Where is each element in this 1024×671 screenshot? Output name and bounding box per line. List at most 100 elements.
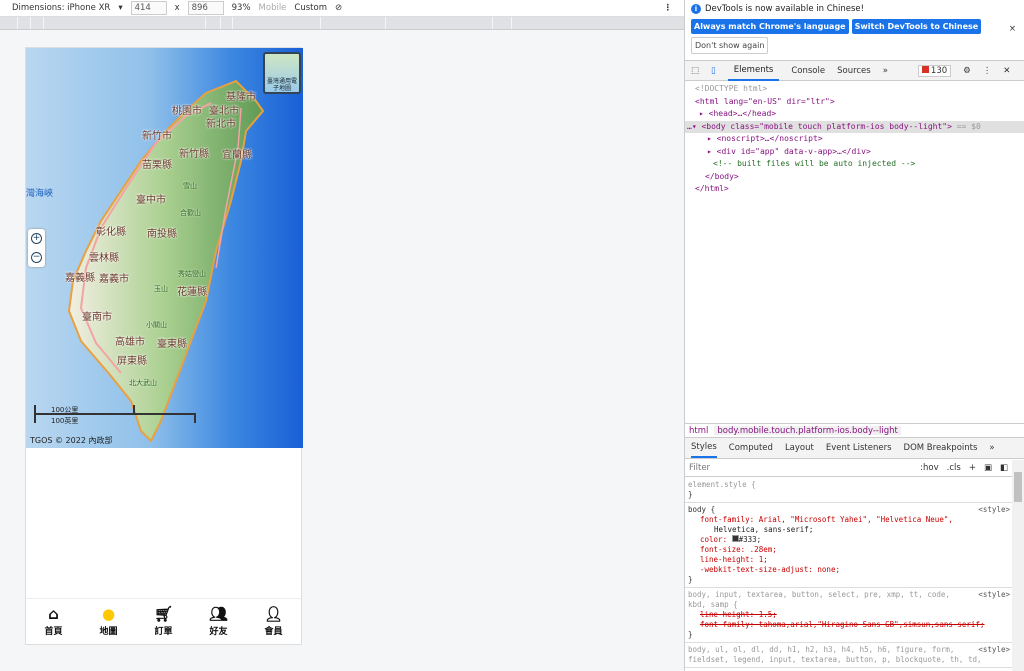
tab-event-listeners[interactable]: Event Listeners: [826, 443, 892, 453]
width-input[interactable]: 414: [130, 1, 167, 15]
styles-scrollbar[interactable]: [1012, 460, 1024, 671]
info-icon: i: [691, 4, 701, 14]
css-property-overridden[interactable]: font-family: tahoma,arial,"Hiragino Sans…: [688, 620, 1009, 630]
map-copyright: TGOS © 2022 內政部: [30, 436, 113, 445]
breadcrumb-item[interactable]: html: [689, 426, 708, 436]
match-language-button[interactable]: Always match Chrome's language: [691, 19, 849, 34]
media-query-bar[interactable]: [0, 17, 684, 30]
rule-source[interactable]: <style>: [978, 590, 1010, 600]
styles-filter-bar: Filter :hov .cls + ▣ ◧: [685, 460, 1012, 477]
add-rule-icon[interactable]: +: [969, 463, 976, 473]
dom-text: <div id="app" data-v-app>…</div>: [716, 146, 871, 156]
inspect-icon[interactable]: ⬚: [691, 66, 699, 76]
css-property[interactable]: font-family: Arial, "Microsoft Yahei", "…: [688, 515, 1009, 525]
css-property[interactable]: -webkit-text-size-adjust: none;: [688, 565, 1009, 575]
place-label: 新竹縣: [179, 149, 209, 160]
zoom-out-button[interactable]: −: [31, 252, 42, 263]
dom-node[interactable]: <!DOCTYPE html>: [685, 83, 1024, 96]
close-devtools-icon[interactable]: ✕: [1003, 66, 1010, 76]
nav-friends[interactable]: 👥︎ 好友: [191, 599, 246, 644]
rotate-icon[interactable]: ⊘: [335, 3, 342, 13]
more-tabs[interactable]: »: [883, 66, 888, 76]
dont-show-again-button[interactable]: Don't show again: [691, 37, 769, 54]
zoom-select[interactable]: 93%: [232, 3, 251, 13]
tab-elements[interactable]: Elements: [727, 61, 780, 81]
switch-chinese-button[interactable]: Switch DevTools to Chinese: [851, 19, 982, 34]
device-toggle-icon[interactable]: ▯: [711, 66, 716, 76]
error-count: 130: [930, 65, 948, 76]
selector: kbd, samp {: [688, 600, 738, 609]
dom-text: <head>…</head>: [708, 109, 777, 118]
dimensions-select[interactable]: Dimensions: iPhone XR: [12, 3, 110, 13]
error-badge[interactable]: 130: [917, 64, 952, 77]
tab-styles[interactable]: Styles: [691, 438, 717, 458]
tab-dom-breakpoints[interactable]: DOM Breakpoints: [904, 443, 978, 453]
dom-node[interactable]: ▸ <div id="app" data-v-app>…</div>: [685, 146, 1024, 159]
close-icon[interactable]: ×: [1009, 24, 1016, 34]
more-tabs[interactable]: »: [989, 443, 994, 453]
breadcrumb: html body.mobile.touch.platform-ios.body-…: [685, 423, 1024, 438]
scale-km-label: 100公里: [51, 406, 79, 414]
nav-member[interactable]: 👤︎ 會員: [246, 599, 301, 644]
mountain-label: 北大武山: [129, 379, 157, 387]
nav-label: 會員: [264, 627, 283, 637]
nav-label: 好友: [209, 627, 228, 637]
brace: }: [688, 575, 693, 584]
device-emulation-pane: Dimensions: iPhone XR ▾ 414 x 896 93% Mob…: [0, 0, 684, 671]
gear-icon[interactable]: ⚙: [963, 66, 971, 76]
css-property-overridden[interactable]: line-height: 1.5;: [688, 610, 1009, 620]
mode-select[interactable]: Mobile: [259, 3, 287, 13]
tab-computed[interactable]: Computed: [729, 443, 773, 453]
height-input[interactable]: 896: [187, 1, 224, 15]
cls-button[interactable]: .cls: [947, 463, 961, 473]
map-layer-button[interactable]: 臺灣通用電子地圖: [263, 52, 301, 94]
tab-console[interactable]: Console: [791, 66, 825, 76]
kebab-icon[interactable]: ⋮: [983, 66, 992, 76]
devtools-tabs: ⬚ ▯ Elements Console Sources » 130 ⚙ ⋮ ✕: [685, 61, 1024, 81]
map-pin-icon: ●: [101, 605, 116, 623]
times-sign: x: [174, 3, 180, 13]
place-label: 臺中市: [136, 195, 166, 206]
map[interactable]: 灣海峽 花 基隆市 桃園市 臺北市 新北市 新竹市 新竹縣 宜蘭縣 苗栗縣 雪山…: [26, 48, 303, 448]
css-property[interactable]: line-height: 1;: [688, 555, 1009, 565]
dom-node[interactable]: <html lang="en-US" dir="ltr">: [685, 96, 1024, 109]
more-options-icon[interactable]: ⋮: [664, 3, 673, 13]
dom-node[interactable]: <!-- built files will be auto injected -…: [685, 158, 1024, 171]
dom-node[interactable]: </body>: [685, 171, 1024, 184]
dom-node[interactable]: </html>: [685, 183, 1024, 196]
nav-orders[interactable]: 🛒︎ 訂單: [136, 599, 191, 644]
selector: body, input, textarea, button, select, p…: [688, 590, 950, 599]
breadcrumb-item[interactable]: body.mobile.touch.platform-ios.body--lig…: [714, 426, 901, 436]
zoom-control: + −: [28, 229, 45, 267]
place-label: 嘉義市: [99, 274, 129, 285]
nav-map[interactable]: ● 地圖: [81, 599, 136, 644]
zoom-in-button[interactable]: +: [31, 233, 42, 244]
css-property[interactable]: font-size: .28em;: [688, 545, 1009, 555]
dom-tree: <!DOCTYPE html> <html lang="en-US" dir="…: [685, 81, 1024, 196]
sea-label: 灣海峽: [26, 189, 54, 199]
paint-icon[interactable]: ▣: [984, 463, 992, 473]
filter-input[interactable]: Filter: [689, 463, 912, 473]
css-value: Helvetica, sans-serif;: [714, 525, 814, 534]
css-property[interactable]: color: #333;: [688, 535, 1009, 545]
place-label: 苗栗縣: [142, 160, 172, 171]
hov-button[interactable]: :hov: [920, 463, 938, 473]
color-swatch[interactable]: [731, 535, 739, 542]
dom-node-selected[interactable]: …▾ <body class="mobile touch platform-io…: [685, 120, 1024, 133]
tab-sources[interactable]: Sources: [837, 66, 871, 76]
nav-home[interactable]: ⌂ 首頁: [26, 599, 81, 644]
device-toolbar: Dimensions: iPhone XR ▾ 414 x 896 93% Mob…: [0, 0, 684, 17]
tab-layout[interactable]: Layout: [785, 443, 814, 453]
mobile-viewport: 灣海峽 花 基隆市 桃園市 臺北市 新北市 新竹市 新竹縣 宜蘭縣 苗栗縣 雪山…: [25, 47, 303, 645]
mountain-label: 合歡山: [180, 209, 201, 217]
mountain-label: 雪山: [183, 182, 197, 190]
dom-node[interactable]: ▸ <noscript>…</noscript>: [685, 133, 1024, 146]
style-rules: element.style {} <style> body { font-fam…: [685, 478, 1012, 668]
throttle-select[interactable]: Custom: [294, 3, 327, 13]
rule-source[interactable]: <style>: [978, 505, 1010, 515]
rule-source[interactable]: <style>: [978, 645, 1010, 655]
sidebar-toggle-icon[interactable]: ◧: [1000, 463, 1008, 473]
place-label: 彰化縣: [96, 227, 126, 238]
place-label: 桃園市: [172, 106, 202, 117]
dom-node[interactable]: ▸ <head>…</head>: [685, 108, 1024, 121]
